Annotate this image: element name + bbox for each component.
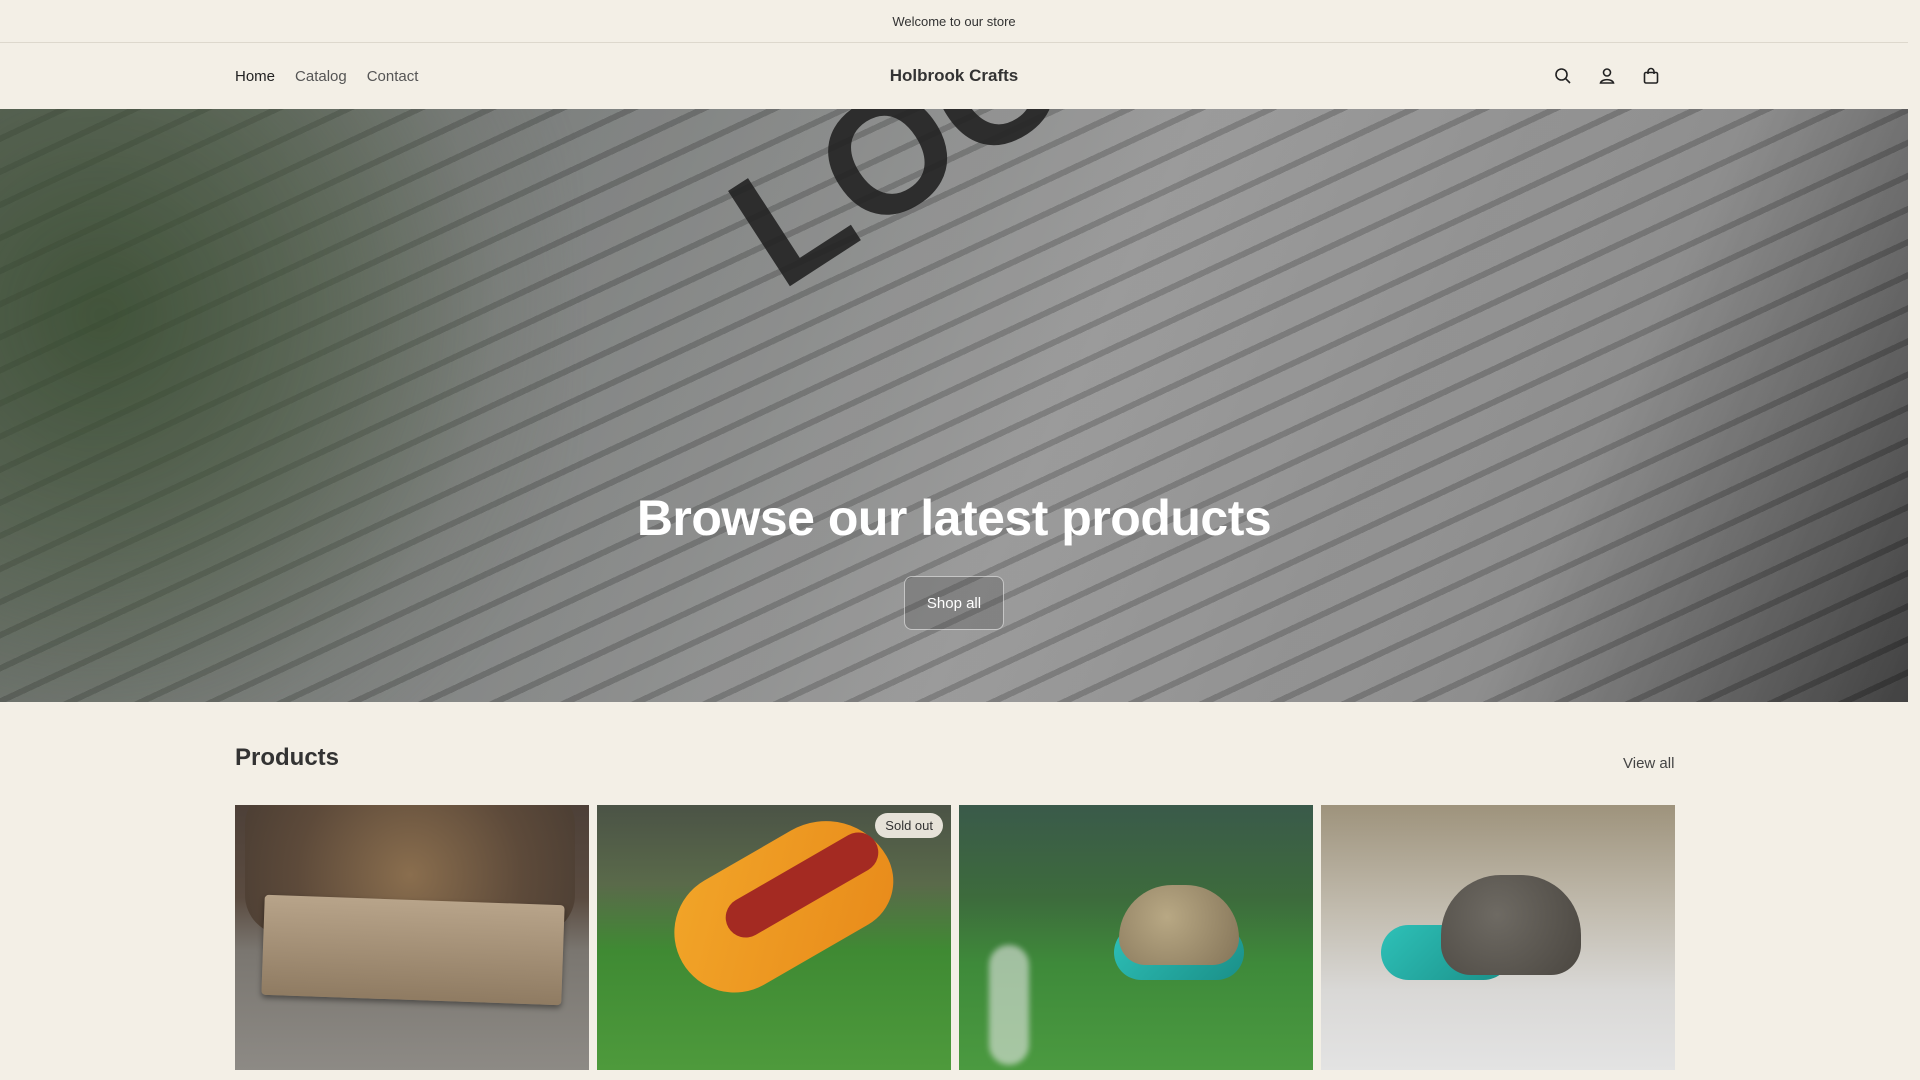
turtle-shell bbox=[1441, 875, 1581, 975]
shop-all-button[interactable]: Shop all bbox=[904, 576, 1004, 630]
announcement-text: Welcome to our store bbox=[892, 13, 1016, 29]
wood-sign-image bbox=[261, 894, 565, 1006]
nav-home[interactable]: Home bbox=[235, 68, 275, 85]
product-card[interactable] bbox=[1321, 805, 1675, 1070]
nav-catalog[interactable]: Catalog bbox=[295, 68, 347, 85]
product-card[interactable]: Sold out bbox=[597, 805, 951, 1070]
hero-title: Browse our latest products bbox=[636, 490, 1272, 546]
announcement-bar: Welcome to our store bbox=[0, 0, 1908, 43]
chalk-mark bbox=[989, 945, 1029, 1065]
account-icon[interactable] bbox=[1594, 63, 1620, 89]
search-icon[interactable] bbox=[1550, 63, 1576, 89]
turtle-shell bbox=[1119, 885, 1239, 965]
product-card[interactable] bbox=[959, 805, 1313, 1070]
products-heading: Products bbox=[235, 744, 340, 771]
sold-out-badge: Sold out bbox=[875, 813, 943, 838]
nav-contact[interactable]: Contact bbox=[367, 68, 419, 85]
site-header: Home Catalog Contact Holbrook Crafts bbox=[0, 43, 1908, 109]
hero-banner: SHO LOCAL Browse our latest products Sho… bbox=[0, 109, 1908, 702]
product-grid: Sold out bbox=[235, 805, 1675, 1070]
view-all-link[interactable]: View all bbox=[1623, 755, 1674, 772]
product-card[interactable] bbox=[235, 805, 589, 1070]
cart-icon[interactable] bbox=[1638, 63, 1664, 89]
header-icons bbox=[1550, 43, 1664, 109]
main-nav: Home Catalog Contact bbox=[235, 43, 418, 109]
